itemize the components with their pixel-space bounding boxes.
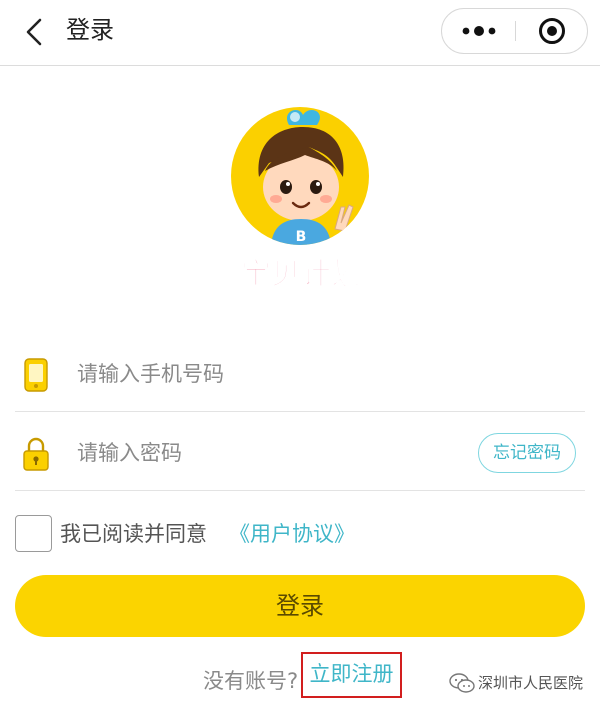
password-field-row: 忘记密码 [15, 411, 585, 491]
close-mini-program-button[interactable] [516, 9, 588, 53]
forgot-password-button[interactable]: 忘记密码 [478, 433, 576, 473]
watermark: 深圳市人民医院 [448, 670, 596, 698]
agreement-row: 我已阅读并同意 《用户协议》 [15, 515, 585, 555]
register-link[interactable]: 立即注册 [301, 652, 402, 698]
phone-icon [24, 358, 48, 392]
user-agreement-link[interactable]: 《用户协议》 [229, 519, 355, 549]
password-input[interactable] [77, 435, 457, 471]
more-dots-icon [462, 26, 496, 36]
more-button[interactable] [442, 9, 515, 53]
wechat-icon [449, 673, 475, 693]
watermark-text: 深圳市人民医院 [478, 674, 584, 692]
brand-name: 宝贝计划 [241, 257, 361, 292]
shirt-letter: B [296, 229, 307, 245]
lock-icon [23, 437, 49, 471]
agreement-checkbox[interactable] [15, 515, 52, 552]
agreement-text: 我已阅读并同意 [60, 522, 207, 546]
back-button[interactable] [18, 14, 50, 50]
phone-field-row [15, 332, 585, 412]
child-mascot-logo: B [231, 107, 369, 245]
mini-program-capsule [441, 8, 588, 54]
page-title: 登录 [66, 16, 114, 44]
brand-name-logo: 宝贝计划 [240, 256, 361, 292]
chevron-left-icon [26, 18, 42, 46]
login-button[interactable]: 登录 [15, 575, 585, 637]
navigation-bar: 登录 [0, 0, 600, 66]
register-prompt: 没有账号? [203, 669, 299, 693]
target-close-icon [539, 18, 565, 44]
phone-input[interactable] [77, 356, 457, 392]
brand-logo: B 宝贝计划 [228, 104, 374, 294]
